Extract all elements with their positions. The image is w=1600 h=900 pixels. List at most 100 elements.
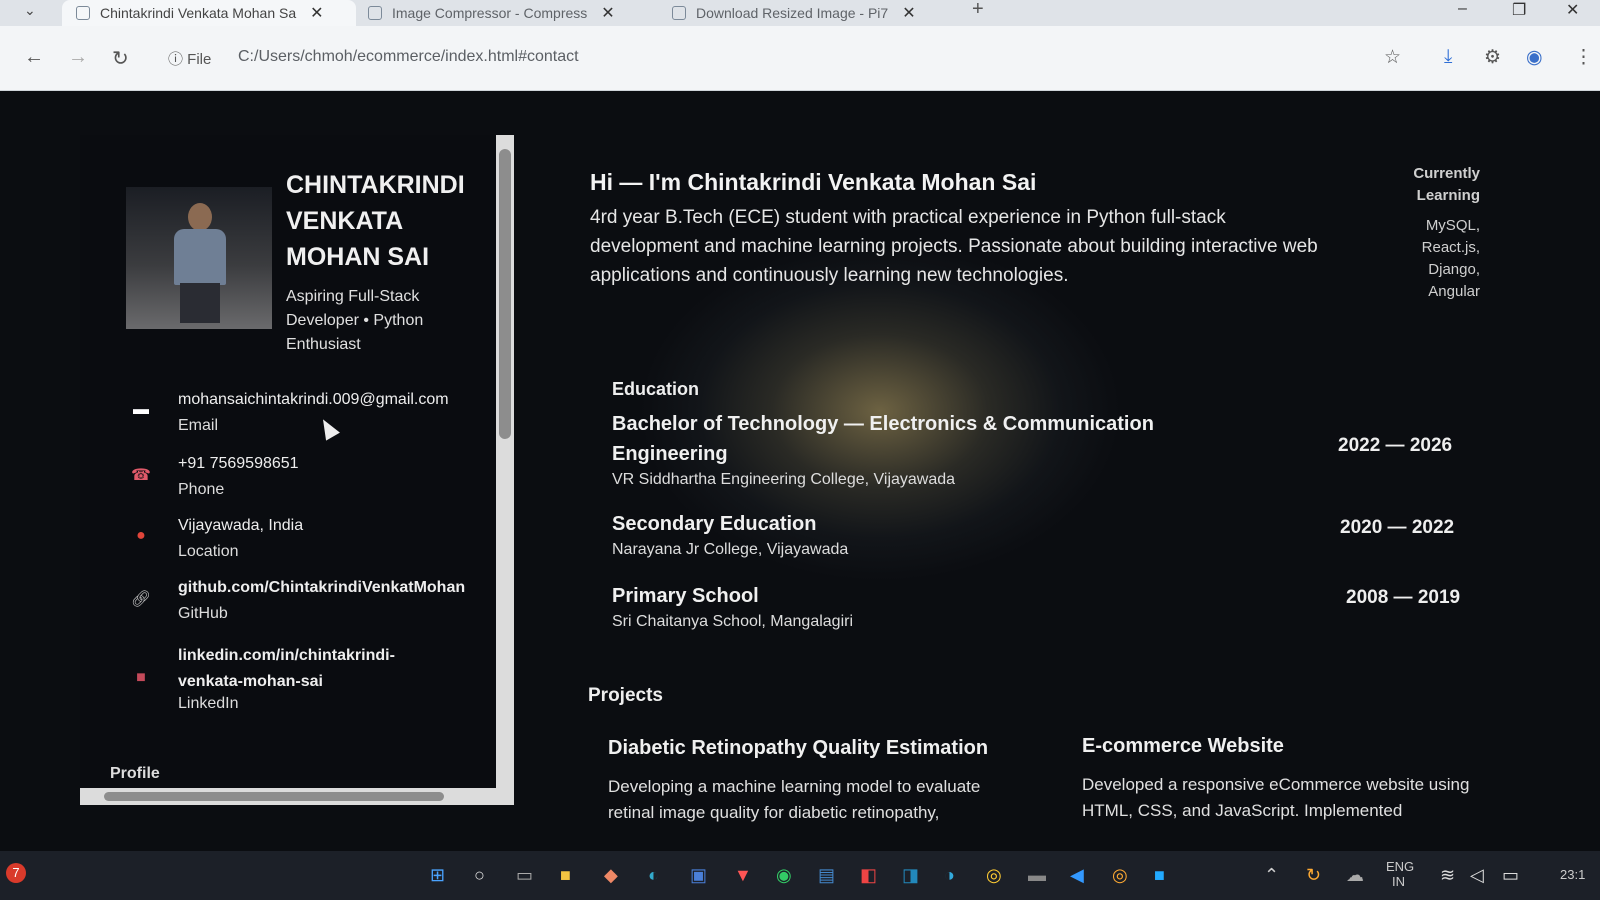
education-years: 2020 — 2022 (1340, 517, 1455, 538)
currently-learning-title: Currently Learning (1413, 165, 1480, 204)
store-icon[interactable]: ▣ (690, 865, 707, 886)
page-viewport: CHINTAKRINDI VENKATA MOHAN SAI Aspiring … (0, 91, 1600, 851)
project-description: Developed a responsive eCommerce website… (1082, 775, 1470, 820)
tab-image-compressor[interactable]: Image Compressor - Compress ✕ (368, 0, 648, 26)
tab-title: Image Compressor - Compress (392, 5, 588, 21)
scroll-thumb[interactable] (104, 792, 444, 801)
office-icon[interactable]: ◧ (860, 865, 877, 886)
sidebar-vertical-scrollbar[interactable] (496, 135, 514, 805)
tab-portfolio[interactable]: Chintakrindi Venkata Mohan Sa ✕ (62, 0, 356, 26)
email-icon: ▬ (133, 401, 149, 418)
wifi-icon[interactable]: ≋ (1440, 865, 1455, 886)
globe-icon (76, 6, 90, 20)
start-windows-icon[interactable]: ⊞ (430, 865, 445, 886)
location-pin-icon: ● (136, 527, 146, 544)
project-card[interactable]: E-commerce Website Developed a responsiv… (1082, 735, 1482, 824)
email-label: Email (178, 417, 219, 434)
sidebar-card: CHINTAKRINDI VENKATA MOHAN SAI Aspiring … (80, 135, 514, 805)
photo-torso (174, 229, 226, 285)
education-degree: Secondary Education (612, 513, 817, 535)
github-link[interactable]: github.com/ChintakrindiVenkatMohan (178, 579, 465, 597)
chrome-alt-icon[interactable]: ◎ (1112, 865, 1128, 886)
search-icon[interactable]: ○ (474, 865, 485, 886)
clock-time[interactable]: 23:1 (1560, 867, 1585, 882)
location-value: Vijayawada, India (178, 517, 304, 534)
phone-icon: ☎ (131, 467, 151, 484)
reload-icon[interactable]: ↻ (112, 46, 129, 71)
linkedin-link[interactable]: linkedin.com/in/chintakrindi-venkata-moh… (178, 643, 428, 695)
close-window-button[interactable]: ✕ (1566, 0, 1579, 20)
project-title: E-commerce Website (1082, 735, 1284, 757)
volume-icon[interactable]: ◁ (1470, 865, 1484, 886)
edge-icon[interactable]: ◐ (648, 865, 659, 886)
calendar-icon[interactable]: ▤ (818, 865, 835, 886)
brave-icon[interactable]: ▼ (734, 865, 752, 886)
site-info-button[interactable]: ⓘ File (168, 48, 211, 69)
new-tab-button[interactable]: + (972, 0, 984, 21)
tab-search-chevron-icon[interactable]: ⌄ (24, 2, 36, 19)
currently-learning: Currently Learning MySQL, React.js, Djan… (1380, 163, 1480, 303)
app-blue-icon[interactable]: ■ (1154, 865, 1165, 886)
task-view-icon[interactable]: ▭ (516, 865, 533, 886)
project-card[interactable]: Diabetic Retinopathy Quality Estimation … (608, 737, 1028, 826)
profile-tagline: Aspiring Full-Stack Developer • Python E… (286, 288, 424, 353)
whatsapp-icon[interactable]: ◉ (776, 865, 792, 886)
terminal-icon[interactable]: ▬ (1028, 865, 1046, 886)
file-explorer-icon[interactable]: ■ (560, 865, 571, 886)
education-years: 2008 — 2019 (1346, 587, 1461, 608)
profile-name: CHINTAKRINDI VENKATA MOHAN SAI (286, 171, 465, 271)
close-tab-icon[interactable]: ✕ (902, 3, 915, 23)
scroll-thumb[interactable] (499, 149, 511, 439)
hero-title: Hi — I'm Chintakrindi Venkata Mohan Sai (590, 169, 1037, 195)
tray-cloud-icon[interactable]: ☁ (1346, 865, 1364, 886)
briefcase-icon: ■ (136, 669, 146, 686)
bookmark-star-icon[interactable]: ☆ (1384, 46, 1401, 69)
chrome-icon[interactable]: ◎ (986, 865, 1002, 886)
github-label: GitHub (178, 605, 228, 622)
minimize-button[interactable]: – (1458, 0, 1467, 18)
sidebar-horizontal-scrollbar[interactable] (80, 788, 514, 805)
photo-head (188, 203, 212, 231)
address-toolbar: ← → ↻ ⓘ File C:/Users/chmoh/ecommerce/in… (0, 26, 1600, 91)
back-arrow-icon[interactable]: ← (24, 46, 44, 69)
tray-sync-icon[interactable]: ↻ (1306, 865, 1321, 886)
app-icon[interactable]: ◆ (604, 865, 618, 886)
menu-dots-icon[interactable]: ⋮ (1574, 46, 1593, 69)
profile-icon[interactable]: ◉ (1526, 46, 1543, 69)
projects-heading: Projects (588, 685, 663, 706)
close-tab-icon[interactable]: ✕ (310, 3, 323, 23)
location-label: Location (178, 543, 239, 560)
tray-chevron-up-icon[interactable]: ⌃ (1264, 865, 1279, 886)
image-icon (672, 6, 686, 20)
project-description: Developing a machine learning model to e… (608, 777, 981, 822)
vscode-icon[interactable]: ◀ (1070, 865, 1084, 886)
education-institution: VR Siddhartha Engineering College, Vijay… (612, 471, 956, 488)
battery-icon[interactable]: ▭ (1502, 865, 1519, 886)
outlook-icon[interactable]: ◨ (902, 865, 919, 886)
edge-browser-icon[interactable]: ◑ (944, 865, 955, 886)
forward-arrow-icon[interactable]: → (68, 46, 88, 69)
close-tab-icon[interactable]: ✕ (601, 3, 614, 23)
phone-label: Phone (178, 481, 225, 498)
education-institution: Narayana Jr College, Vijayawada (612, 541, 849, 558)
education-item: Secondary Education Narayana Jr College,… (612, 509, 1212, 559)
photo-legs (180, 283, 220, 323)
notification-badge[interactable]: 7 (6, 863, 26, 883)
taskbar: 7 ⊞ ○ ▭ ■ ◆ ◐ ▣ ▼ ◉ ▤ ◧ ◨ ◑ ◎ ▬ ◀ ◎ ■ ⌃ … (0, 851, 1600, 900)
language-indicator[interactable]: ENG IN (1386, 859, 1414, 889)
browser-tab-bar: ⌄ Chintakrindi Venkata Mohan Sa ✕ Image … (0, 0, 1600, 26)
email-value[interactable]: mohansaichintakrindi.009@gmail.com (178, 391, 449, 409)
image-icon (368, 6, 382, 20)
extensions-icon[interactable]: ⚙ (1484, 46, 1501, 69)
file-label: File (187, 51, 212, 68)
education-heading: Education (612, 379, 700, 399)
download-icon[interactable]: ⤓ (1444, 46, 1452, 68)
tab-title: Download Resized Image - Pi7 (696, 5, 889, 21)
education-item: Bachelor of Technology — Electronics & C… (612, 409, 1212, 489)
education-institution: Sri Chaitanya School, Mangalagiri (612, 613, 854, 630)
phone-value[interactable]: +91 7569598651 (178, 455, 299, 473)
tab-download-resized[interactable]: Download Resized Image - Pi7 ✕ (672, 0, 952, 26)
restore-button[interactable]: ❐ (1512, 0, 1526, 20)
url-field[interactable]: C:/Users/chmoh/ecommerce/index.html#cont… (238, 48, 579, 66)
currently-learning-items: MySQL, React.js, Django, Angular (1421, 217, 1480, 300)
